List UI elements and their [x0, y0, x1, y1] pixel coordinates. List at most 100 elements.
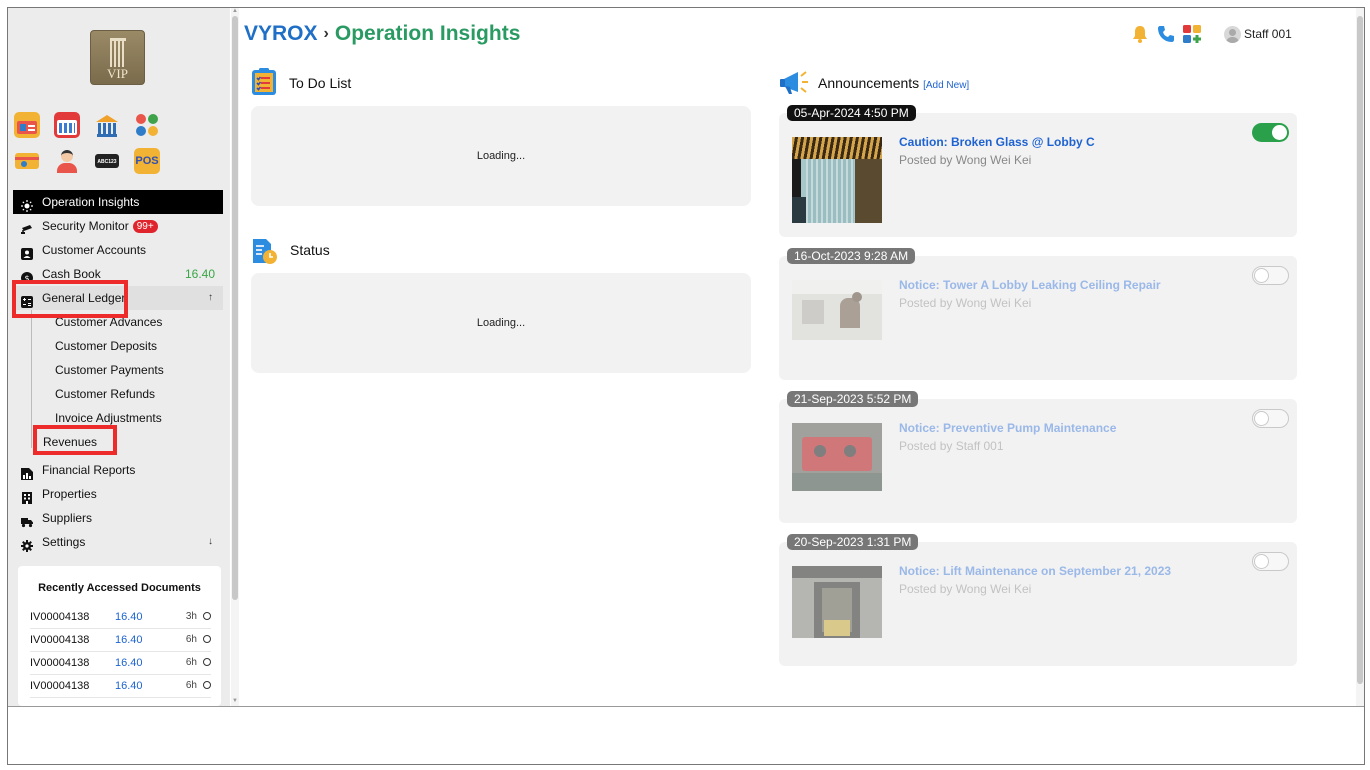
truck-icon: [21, 512, 33, 528]
announcement-image[interactable]: [792, 137, 882, 223]
building-icon: [110, 38, 126, 67]
announcement-title[interactable]: Notice: Tower A Lobby Leaking Ceiling Re…: [899, 278, 1161, 292]
collapse-arrow-icon[interactable]: ↑: [208, 286, 213, 310]
sidebar-item-financial-reports[interactable]: Financial Reports: [13, 458, 223, 482]
app-window: VIP ABC123 POS Operation Insights Securi…: [7, 7, 1365, 765]
announcement-image[interactable]: [792, 423, 882, 491]
todo-list-title: To Do List: [289, 75, 352, 91]
page-title: Operation Insights: [334, 22, 521, 45]
announcements-title: Announcements [Add New]: [818, 75, 969, 91]
status-title: Status: [290, 242, 330, 258]
sidebar-item-label: Security Monitor: [42, 219, 129, 233]
highlight-general-ledger: [12, 280, 128, 318]
divider: [8, 706, 1364, 707]
announcement-title[interactable]: Caution: Broken Glass @ Lobby C: [899, 135, 1095, 149]
announcement-card[interactable]: Caution: Broken Glass @ Lobby C Posted b…: [779, 113, 1297, 237]
vip-logo[interactable]: VIP: [90, 30, 145, 85]
sidebar-item-label: Suppliers: [42, 511, 93, 525]
sidebar-item-suppliers[interactable]: Suppliers: [13, 506, 223, 530]
sidebar-item-customer-accounts[interactable]: Customer Accounts: [13, 238, 223, 262]
checklist-icon: [251, 68, 277, 101]
recent-document-row[interactable]: IV00004138 16.40 3h: [30, 606, 211, 629]
sidebar-scroll-thumb[interactable]: [232, 16, 238, 600]
report-chart-icon: [21, 464, 33, 480]
apps-grid-icon[interactable]: [1183, 25, 1201, 48]
announcement-toggle[interactable]: [1252, 409, 1289, 428]
keycard-app-icon[interactable]: [14, 148, 40, 174]
status-card: Loading...: [251, 273, 751, 373]
announcement-date: 20-Sep-2023 1:31 PM: [787, 534, 919, 550]
scroll-up-icon[interactable]: ▲: [232, 8, 238, 14]
sidebar-scrollbar[interactable]: ▲ ▼: [231, 8, 239, 706]
cash-book-balance: 16.40: [184, 267, 215, 281]
pos-app-icon[interactable]: POS: [134, 148, 160, 174]
sidebar-subitem-customer-refunds[interactable]: Customer Refunds: [13, 382, 223, 406]
announcements-title-text: Announcements: [818, 75, 920, 91]
announcement-card[interactable]: Notice: Tower A Lobby Leaking Ceiling Re…: [779, 256, 1297, 380]
document-id[interactable]: IV00004138: [30, 629, 89, 651]
avatar[interactable]: [1224, 26, 1241, 43]
highlight-revenues: [33, 425, 117, 455]
megaphone-icon: [780, 68, 814, 101]
sidebar-item-properties[interactable]: Properties: [13, 482, 223, 506]
recent-document-row[interactable]: IV00004138 16.40 6h: [30, 652, 211, 675]
document-amount: 16.40: [115, 611, 143, 623]
add-new-announcement-link[interactable]: [Add New]: [923, 80, 969, 91]
breadcrumb-separator: ›: [323, 25, 329, 42]
clock-icon: [203, 612, 211, 620]
sidebar-subitem-customer-payments[interactable]: Customer Payments: [13, 358, 223, 382]
announcement-card[interactable]: Notice: Lift Maintenance on September 21…: [779, 542, 1297, 666]
announcement-toggle[interactable]: [1252, 552, 1289, 571]
document-amount: 16.40: [115, 680, 143, 692]
breadcrumb-brand[interactable]: VYROX: [244, 22, 318, 45]
announcement-author: Posted by Wong Wei Kei: [899, 582, 1032, 596]
announcement-image[interactable]: [792, 280, 882, 340]
recent-document-row[interactable]: IV00004138 16.40 6h: [30, 629, 211, 652]
id-card-app-icon[interactable]: [14, 112, 40, 138]
clock-icon: [203, 681, 211, 689]
announcement-author: Posted by Wong Wei Kei: [899, 296, 1032, 310]
logo-text: VIP: [107, 66, 128, 81]
submenu-guide-line: [31, 310, 32, 448]
document-id[interactable]: IV00004138: [30, 652, 89, 674]
cctv-camera-icon: [21, 220, 33, 234]
sidebar-item-operation-insights[interactable]: Operation Insights: [13, 190, 223, 214]
announcement-toggle[interactable]: [1252, 123, 1289, 142]
sidebar-item-settings[interactable]: Settings ↓: [13, 530, 223, 554]
sidebar-item-label: Properties: [42, 487, 97, 501]
announcement-title[interactable]: Notice: Preventive Pump Maintenance: [899, 421, 1116, 435]
announcement-toggle[interactable]: [1252, 266, 1289, 285]
document-time: 6h: [185, 680, 197, 691]
bell-icon[interactable]: [1131, 25, 1149, 48]
phone-icon[interactable]: [1157, 25, 1175, 48]
status-clock-icon: [252, 237, 278, 270]
recent-document-row[interactable]: IV00004138 16.40 6h: [30, 675, 211, 698]
announcement-date: 21-Sep-2023 5:52 PM: [787, 391, 919, 407]
user-card-icon: [21, 244, 33, 260]
receptionist-app-icon[interactable]: [54, 148, 80, 174]
calendar-app-icon[interactable]: [54, 112, 80, 138]
sun-icon: [21, 196, 33, 212]
document-id[interactable]: IV00004138: [30, 606, 89, 628]
dollar-coin-icon: $: [21, 268, 33, 284]
scroll-down-icon[interactable]: ▼: [232, 698, 238, 704]
announcement-image[interactable]: [792, 566, 882, 638]
security-alert-badge: 99+: [132, 220, 158, 233]
recent-documents-panel: Recently Accessed Documents IV00004138 1…: [18, 566, 221, 706]
community-app-icon[interactable]: [134, 112, 160, 138]
sidebar-subitem-customer-deposits[interactable]: Customer Deposits: [13, 334, 223, 358]
main-scrollbar[interactable]: [1356, 8, 1364, 706]
document-amount: 16.40: [115, 657, 143, 669]
expand-arrow-icon[interactable]: ↓: [208, 530, 213, 554]
bank-app-icon[interactable]: [94, 112, 120, 138]
status-loading-text: Loading...: [476, 317, 526, 329]
sidebar-item-security-monitor[interactable]: Security Monitor 99+: [13, 214, 223, 238]
breadcrumb: VYROX › Operation Insights: [244, 22, 520, 46]
document-time: 3h: [185, 611, 197, 622]
document-id[interactable]: IV00004138: [30, 675, 89, 697]
announcement-card[interactable]: Notice: Preventive Pump Maintenance Post…: [779, 399, 1297, 523]
announcement-title[interactable]: Notice: Lift Maintenance on September 21…: [899, 564, 1171, 578]
main-scroll-thumb[interactable]: [1357, 16, 1363, 684]
plate-recognition-app-icon[interactable]: ABC123: [94, 148, 120, 174]
user-name[interactable]: Staff 001: [1244, 27, 1292, 41]
